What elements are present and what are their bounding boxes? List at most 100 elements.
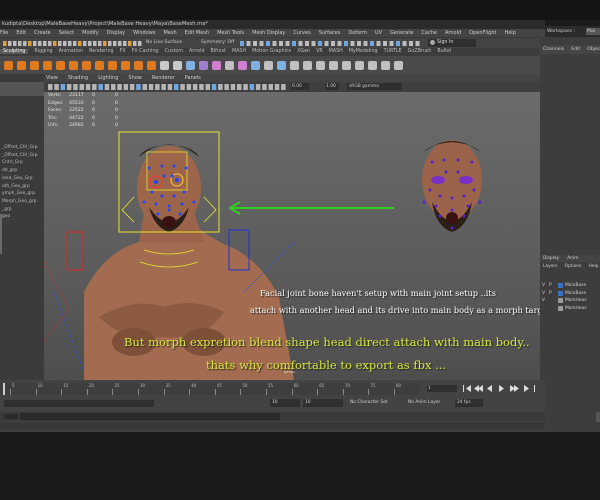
menu-openflight[interactable]: OpenFlight xyxy=(469,30,496,36)
shelf-tool-icon[interactable] xyxy=(147,61,156,70)
shelf-tab-arnold[interactable]: Arnold xyxy=(189,49,205,54)
eye-joint-left[interactable] xyxy=(154,180,158,184)
eye-joint-right[interactable] xyxy=(175,178,179,182)
viewport-menu-renderer[interactable]: Renderer xyxy=(152,75,175,81)
viewport-tool-icon[interactable] xyxy=(98,84,103,90)
viewport-tool-icon[interactable] xyxy=(274,84,280,90)
facial-joint[interactable] xyxy=(150,190,154,194)
facial-joint[interactable] xyxy=(167,208,171,212)
shelf-tool-icon[interactable] xyxy=(199,61,208,70)
menu-display[interactable]: Display xyxy=(107,30,125,36)
layer-name[interactable]: MainBase xyxy=(565,290,586,298)
facial-joint[interactable] xyxy=(142,200,146,204)
symmetry-label[interactable]: Symmetry: Off xyxy=(201,40,234,45)
facial-joint[interactable] xyxy=(162,174,166,178)
render-tool-icon[interactable] xyxy=(370,41,374,46)
menu-curves[interactable]: Curves xyxy=(293,30,310,36)
menu-mesh-display[interactable]: Mesh Display xyxy=(252,30,285,36)
menu-file[interactable]: File xyxy=(0,30,8,36)
facial-joint[interactable] xyxy=(170,174,174,178)
render-tool-icon[interactable] xyxy=(246,41,251,46)
facial-joint[interactable] xyxy=(430,160,434,164)
facial-joint[interactable] xyxy=(172,194,176,198)
viewport-tool-icon[interactable] xyxy=(218,84,223,90)
shelf-tool-icon[interactable] xyxy=(108,61,117,70)
viewport-tool-icon[interactable] xyxy=(66,84,72,90)
render-tool-icon[interactable] xyxy=(409,41,413,46)
shelf-tab-mash[interactable]: MASH xyxy=(232,49,246,54)
viewport-tool-icon[interactable] xyxy=(148,84,154,90)
facial-joint[interactable] xyxy=(156,212,160,216)
jaw-control-right[interactable] xyxy=(203,196,217,223)
viewport-tool-icon[interactable] xyxy=(161,84,166,90)
shelf-tab-xgen[interactable]: XGen xyxy=(297,49,310,54)
viewport-tool-icon[interactable] xyxy=(237,84,242,90)
render-tool-icon[interactable] xyxy=(376,41,381,46)
facial-joint[interactable] xyxy=(450,226,454,230)
status-tool-icon[interactable] xyxy=(38,41,42,46)
shelf-tab-motion-graphics[interactable]: Motion Graphics xyxy=(252,49,291,54)
render-tool-icon[interactable] xyxy=(311,41,316,46)
shelf-tab-gozbrush[interactable]: GoZBrush xyxy=(408,49,432,54)
viewport-tool-icon[interactable] xyxy=(230,84,236,90)
layer-menu-help[interactable]: Help xyxy=(588,264,598,269)
facial-joint[interactable] xyxy=(450,196,454,200)
viewport-menu-lighting[interactable]: Lighting xyxy=(98,75,118,81)
status-tool-icon[interactable] xyxy=(63,41,67,46)
range-end-field[interactable]: 10 xyxy=(303,399,343,407)
menu-mesh[interactable]: Mesh xyxy=(163,30,176,36)
menu-deform[interactable]: Deform xyxy=(348,30,367,36)
render-tool-icon[interactable] xyxy=(383,41,387,46)
status-tool-icon[interactable] xyxy=(28,41,32,46)
prev-key-icon[interactable] xyxy=(474,385,483,392)
facial-joint[interactable] xyxy=(442,158,446,162)
viewport-menu-show[interactable]: Show xyxy=(128,75,142,81)
shelf-tool-icon[interactable] xyxy=(4,61,13,70)
status-tool-icon[interactable] xyxy=(33,41,37,46)
viewport-menu-view[interactable]: View xyxy=(46,75,58,81)
shelf-tool-icon[interactable] xyxy=(186,61,195,70)
menu-cache[interactable]: Cache xyxy=(421,30,437,36)
character-set-select[interactable]: No Character Set xyxy=(350,399,402,407)
viewport-tool-icon[interactable] xyxy=(174,84,179,90)
menu-create[interactable]: Create xyxy=(34,30,51,36)
shelf-tool-icon[interactable] xyxy=(238,61,247,70)
render-tool-icon[interactable] xyxy=(363,41,368,46)
shelf-tool-icon[interactable] xyxy=(121,61,130,70)
render-tool-icon[interactable] xyxy=(266,41,270,46)
viewport-tool-icon[interactable] xyxy=(255,84,261,90)
arm-ik-control-left[interactable] xyxy=(66,231,84,271)
facial-joint[interactable] xyxy=(462,214,466,218)
status-tool-icon[interactable] xyxy=(53,41,57,46)
play-back-icon[interactable] xyxy=(487,385,492,392)
shelf-tab-bullet[interactable]: Bullet xyxy=(437,49,451,54)
status-tool-icon[interactable] xyxy=(88,41,92,46)
shelf-tool-icon[interactable] xyxy=(368,61,377,70)
shelf-tab-mash[interactable]: MASH xyxy=(329,49,343,54)
facial-joint[interactable] xyxy=(438,214,442,218)
layer-row[interactable]: V MainHeav xyxy=(542,297,600,305)
outliner-item[interactable]: ath_Geo_grp xyxy=(2,183,38,191)
facial-joint[interactable] xyxy=(154,202,158,206)
viewport-tool-icon[interactable] xyxy=(243,84,248,90)
shelf-tool-icon[interactable] xyxy=(43,61,52,70)
viewport-tool-icon[interactable] xyxy=(186,84,192,90)
status-tool-icon[interactable] xyxy=(108,41,112,46)
viewport-tool-icon[interactable] xyxy=(142,84,148,90)
layer-playback-toggle[interactable] xyxy=(549,297,556,305)
playback-controls[interactable] xyxy=(462,384,542,393)
facial-joint[interactable] xyxy=(422,200,426,204)
status-tool-icon[interactable] xyxy=(73,41,77,46)
render-tool-icon[interactable] xyxy=(305,41,309,46)
facial-joint[interactable] xyxy=(184,166,188,170)
layer-visibility-toggle[interactable]: V xyxy=(542,282,549,290)
viewport-tool-icon[interactable] xyxy=(85,84,91,90)
step-forward-icon[interactable] xyxy=(524,385,529,392)
render-tool-icon[interactable] xyxy=(402,41,407,46)
shelf-tool-icon[interactable] xyxy=(277,61,286,70)
facial-joint[interactable] xyxy=(456,170,460,174)
workspace-select[interactable]: Mai xyxy=(586,28,600,35)
layer-menu-options[interactable]: Options xyxy=(565,264,582,269)
shelf-tab-fx[interactable]: FX xyxy=(120,49,126,54)
shelf-tool-icon[interactable] xyxy=(290,61,299,70)
